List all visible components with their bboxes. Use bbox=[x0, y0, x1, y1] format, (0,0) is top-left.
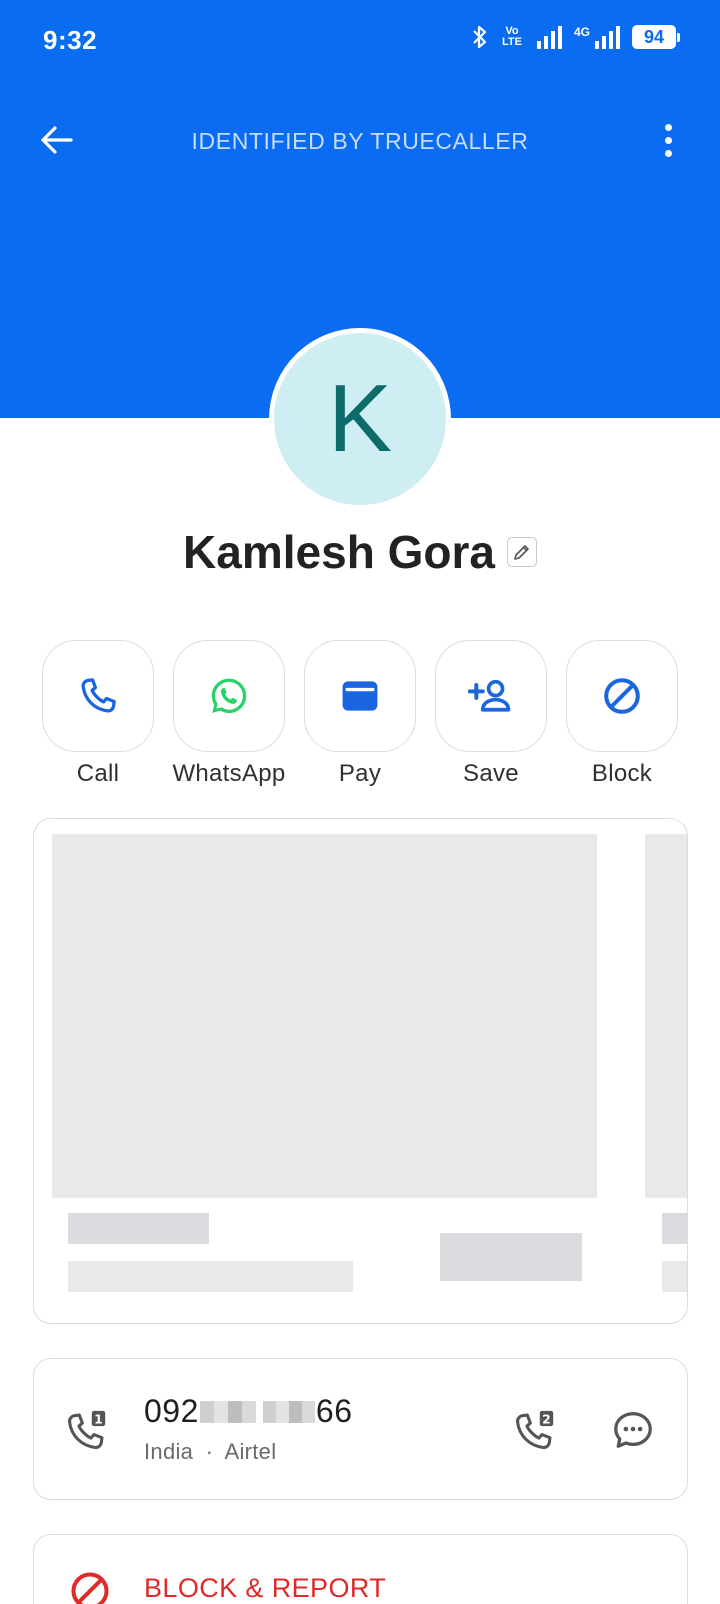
more-dot-icon bbox=[664, 123, 672, 131]
phone-icon bbox=[81, 678, 116, 713]
pencil-icon bbox=[514, 545, 529, 560]
bluetooth-icon bbox=[473, 25, 487, 49]
phone-number-suffix: 66 bbox=[315, 1393, 353, 1429]
ad-placeholder-card bbox=[33, 818, 688, 1324]
redacted-digits bbox=[199, 1400, 256, 1423]
battery-icon: 94 bbox=[632, 25, 680, 49]
add-contact-icon bbox=[467, 679, 511, 712]
phone-number: 092 66 bbox=[144, 1393, 352, 1430]
placeholder-image-next bbox=[645, 834, 687, 1198]
block-icon bbox=[604, 678, 640, 714]
placeholder-line bbox=[662, 1261, 687, 1292]
app-bar: IDENTIFIED BY TRUECALLER bbox=[0, 100, 720, 180]
contact-name: Kamlesh Gora bbox=[183, 526, 495, 578]
avatar[interactable]: K bbox=[269, 328, 451, 510]
pay-action[interactable]: Pay bbox=[302, 640, 418, 788]
block-report-label: BLOCK & REPORT bbox=[144, 1573, 387, 1603]
whatsapp-action[interactable]: WhatsApp bbox=[171, 640, 287, 788]
block-action[interactable]: Block bbox=[564, 640, 680, 788]
block-button[interactable] bbox=[566, 640, 678, 752]
sim1-badge: 1 bbox=[94, 1411, 103, 1426]
more-options-button[interactable] bbox=[656, 118, 680, 162]
whatsapp-button[interactable] bbox=[173, 640, 285, 752]
redacted-digits bbox=[262, 1400, 315, 1423]
status-icons: Vo LTE 4G 94 bbox=[472, 24, 680, 50]
pay-button[interactable] bbox=[304, 640, 416, 752]
page-title: IDENTIFIED BY TRUECALLER bbox=[191, 128, 529, 154]
more-dot-icon bbox=[664, 149, 672, 157]
network-type-icon: 4G bbox=[573, 25, 590, 39]
phone-number-prefix: 092 bbox=[144, 1393, 199, 1429]
edit-name-button[interactable] bbox=[506, 537, 537, 567]
call-button[interactable] bbox=[42, 640, 154, 752]
signal-2-icon bbox=[595, 26, 620, 49]
signal-1-icon bbox=[536, 26, 562, 49]
contact-name-row: Kamlesh Gora bbox=[0, 525, 720, 579]
phone-sim2-icon: 2 bbox=[516, 1410, 554, 1449]
call-action[interactable]: Call bbox=[40, 640, 156, 788]
placeholder-button bbox=[440, 1233, 582, 1281]
block-report-icon bbox=[71, 1572, 109, 1604]
status-bar: 9:32 Vo LTE 4G 94 bbox=[0, 0, 720, 84]
save-button[interactable] bbox=[435, 640, 547, 752]
phone-carrier: Airtel bbox=[224, 1439, 277, 1464]
placeholder-image bbox=[52, 834, 597, 1198]
save-label: Save bbox=[463, 760, 519, 787]
volte-icon: Vo LTE bbox=[502, 25, 522, 48]
pay-label: Pay bbox=[338, 760, 382, 787]
whatsapp-icon bbox=[211, 678, 247, 714]
call-sim1-button[interactable]: 1 bbox=[64, 1407, 110, 1458]
action-buttons: Call WhatsApp Pay Save Block bbox=[40, 640, 680, 788]
phone-location: India · Airtel bbox=[144, 1439, 276, 1465]
chat-bubble-icon bbox=[614, 1412, 652, 1448]
wallet-icon bbox=[342, 681, 378, 711]
call-label: Call bbox=[76, 760, 120, 787]
placeholder-line bbox=[662, 1213, 687, 1244]
placeholder-line bbox=[68, 1261, 353, 1292]
phone-sim1-icon: 1 bbox=[68, 1410, 106, 1449]
whatsapp-label: WhatsApp bbox=[172, 760, 286, 787]
save-action[interactable]: Save bbox=[433, 640, 549, 788]
call-sim2-button[interactable]: 2 bbox=[512, 1407, 558, 1458]
block-label: Block bbox=[591, 760, 653, 787]
phone-number-card[interactable]: 1 092 66 India · Airtel 2 bbox=[33, 1358, 688, 1500]
placeholder-line bbox=[68, 1213, 209, 1244]
sim2-badge: 2 bbox=[542, 1411, 551, 1426]
block-report-card[interactable]: BLOCK & REPORT bbox=[33, 1534, 688, 1604]
status-time: 9:32 bbox=[43, 25, 98, 55]
more-dot-icon bbox=[664, 136, 672, 144]
message-button[interactable] bbox=[610, 1407, 656, 1458]
phone-country: India bbox=[144, 1439, 194, 1464]
phone-separator: · bbox=[205, 1439, 214, 1464]
